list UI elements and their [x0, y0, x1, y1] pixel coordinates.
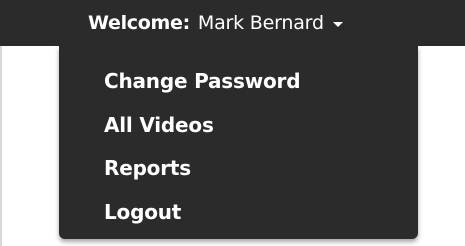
menu-item-all-videos[interactable]: All Videos: [104, 108, 214, 142]
menu-item-logout[interactable]: Logout: [104, 195, 181, 229]
welcome-label: Welcome:: [88, 12, 190, 34]
caret-down-icon: [332, 21, 343, 27]
top-bar: Welcome: Mark Bernard: [0, 0, 465, 46]
user-menu-toggle[interactable]: Welcome: Mark Bernard: [88, 8, 343, 38]
menu-item-reports[interactable]: Reports: [104, 151, 191, 185]
menu-item-change-password[interactable]: Change Password: [104, 64, 301, 98]
user-dropdown-menu: Change Password All Videos Reports Logou…: [59, 46, 418, 239]
user-name: Mark Bernard: [197, 12, 324, 34]
page: Welcome: Mark Bernard Change Password Al…: [0, 0, 465, 246]
